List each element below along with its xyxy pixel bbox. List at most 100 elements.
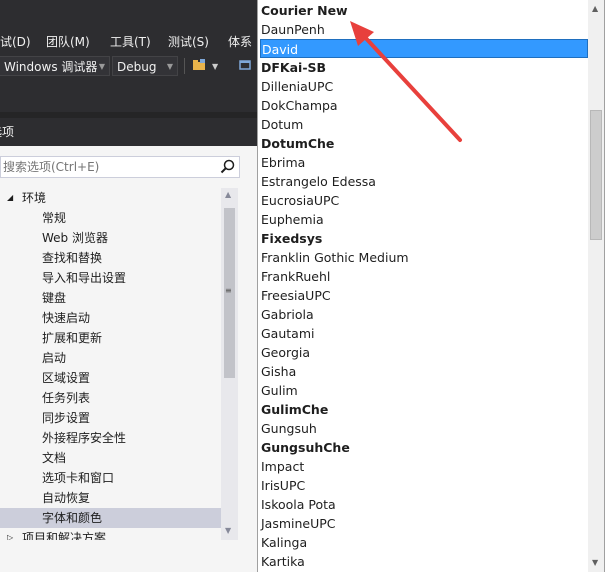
tree-item[interactable]: 同步设置 <box>0 408 221 428</box>
tree-item-label: 同步设置 <box>42 411 91 425</box>
font-list-item[interactable]: Gautami <box>260 324 588 343</box>
font-list-item[interactable]: IrisUPC <box>260 476 588 495</box>
tree-item-label: 快速启动 <box>42 311 91 325</box>
dialog-title-bar: 选项 <box>0 118 258 146</box>
toolbar: Windows 调试器 ▼ Debug ▼ ▼ <box>0 56 258 78</box>
tree-item-label: 常规 <box>42 211 67 225</box>
tree-item[interactable]: 扩展和更新 <box>0 328 221 348</box>
tree-item[interactable]: 常规 <box>0 208 221 228</box>
ide-top-area: 试(D) 团队(M) 工具(T) 测试(S) 体系 Windows 调试器 ▼ … <box>0 0 258 112</box>
font-list-item[interactable]: Gisha <box>260 362 588 381</box>
search-box[interactable] <box>0 156 240 178</box>
font-list-item[interactable]: Gulim <box>260 381 588 400</box>
scroll-up-arrow-icon[interactable]: ▲ <box>592 4 598 13</box>
tree-item[interactable]: 快速启动 <box>0 308 221 328</box>
tree-item[interactable]: 区域设置 <box>0 368 221 388</box>
font-list-item[interactable]: Gabriola <box>260 305 588 324</box>
font-list-item[interactable]: DFKai-SB <box>260 58 588 77</box>
font-list-item[interactable]: Franklin Gothic Medium <box>260 248 588 267</box>
font-list-item[interactable]: FrankRuehl <box>260 267 588 286</box>
tree-item-label: 启动 <box>42 351 67 365</box>
tree-item-label: 自动恢复 <box>42 491 91 505</box>
tree-root-projects[interactable]: ▷ 项目和解决方案 <box>0 528 221 540</box>
font-list-item[interactable]: DotumChe <box>260 134 588 153</box>
toolbar-separator <box>184 58 185 74</box>
font-list-item[interactable]: EucrosiaUPC <box>260 191 588 210</box>
search-icon[interactable] <box>219 158 237 176</box>
font-list-item[interactable]: Gungsuh <box>260 419 588 438</box>
scrollbar-thumb[interactable]: ≡ <box>224 208 235 378</box>
scroll-down-arrow-icon[interactable]: ▼ <box>225 526 231 535</box>
font-list-item[interactable]: Dotum <box>260 115 588 134</box>
font-list-scrollbar[interactable]: ▲ ▼ <box>588 0 604 572</box>
tree-item-label: 导入和导出设置 <box>42 271 127 285</box>
font-list-item[interactable]: DaunPenh <box>260 20 588 39</box>
font-list-item[interactable]: FreesiaUPC <box>260 286 588 305</box>
tree-scrollbar[interactable]: ▲ ≡ ▼ <box>221 188 238 540</box>
tree-root-label: 环境 <box>22 191 47 205</box>
font-list-item[interactable]: DokChampa <box>260 96 588 115</box>
tree-item[interactable]: 键盘 <box>0 288 221 308</box>
font-list-item[interactable]: Ebrima <box>260 153 588 172</box>
tree-expand-arrow-icon[interactable]: ▷ <box>7 528 13 540</box>
font-list-item[interactable]: GungsuhChe <box>260 438 588 457</box>
font-list-item[interactable]: JasmineUPC <box>260 514 588 533</box>
font-list-item[interactable]: GulimChe <box>260 400 588 419</box>
tree-item[interactable]: 外接程序安全性 <box>0 428 221 448</box>
toolbar-action-icon[interactable] <box>236 57 254 75</box>
tree-item-label: 任务列表 <box>42 391 91 405</box>
platform-dropdown[interactable]: Windows 调试器 ▼ <box>0 56 110 76</box>
font-list-item[interactable]: Iskoola Pota <box>260 495 588 514</box>
tree-item[interactable]: 查找和替换 <box>0 248 221 268</box>
tree-item-label: 字体和颜色 <box>42 511 103 525</box>
menu-debug[interactable]: 试(D) <box>0 32 31 52</box>
tree-item[interactable]: 导入和导出设置 <box>0 268 221 288</box>
font-list-item[interactable]: DilleniaUPC <box>260 77 588 96</box>
menu-test[interactable]: 测试(S) <box>168 32 209 52</box>
font-list-item[interactable]: Courier New <box>260 1 588 20</box>
tree-item[interactable]: 文档 <box>0 448 221 468</box>
tree-item-label: 查找和替换 <box>42 251 103 265</box>
tree-item[interactable]: 启动 <box>0 348 221 368</box>
font-list-item[interactable]: David <box>260 39 588 58</box>
tree-item-label: 键盘 <box>42 291 67 305</box>
config-dropdown[interactable]: Debug ▼ <box>112 56 178 76</box>
config-value: Debug <box>117 60 157 74</box>
scrollbar-thumb[interactable] <box>590 110 602 240</box>
font-list-item[interactable]: Fixedsys <box>260 229 588 248</box>
scroll-up-arrow-icon[interactable]: ▲ <box>225 190 231 199</box>
font-list-item[interactable]: Estrangelo Edessa <box>260 172 588 191</box>
tree-root-label: 项目和解决方案 <box>22 531 107 540</box>
font-list-item[interactable]: Impact <box>260 457 588 476</box>
tree-item[interactable]: 字体和颜色 <box>0 508 221 528</box>
tree-item-label: 选项卡和窗口 <box>42 471 115 485</box>
menu-team[interactable]: 团队(M) <box>46 32 90 52</box>
scroll-down-arrow-icon[interactable]: ▼ <box>592 558 598 567</box>
font-list-item[interactable]: Georgia <box>260 343 588 362</box>
dropdown-arrow-icon: ▼ <box>166 62 173 71</box>
tree-collapse-arrow-icon[interactable]: ◢ <box>7 188 13 208</box>
tree-item[interactable]: 任务列表 <box>0 388 221 408</box>
tree-item-label: 扩展和更新 <box>42 331 103 345</box>
menu-architecture[interactable]: 体系 <box>228 32 252 52</box>
options-tree: ◢ 环境 常规 Web 浏览器 查找和替换导入和导出设置 键盘快速启动扩展和更新启动区… <box>0 188 221 540</box>
font-list-item[interactable]: Kartika <box>260 552 588 571</box>
font-list-item[interactable]: Kalinga <box>260 533 588 552</box>
tree-item-label: 外接程序安全性 <box>42 431 127 445</box>
tree-item-label: 文档 <box>42 451 67 465</box>
dropdown-arrow-icon: ▼ <box>98 62 105 71</box>
platform-value: Windows 调试器 <box>4 60 98 74</box>
tree-item[interactable]: Web 浏览器 <box>0 228 221 248</box>
menu-tools[interactable]: 工具(T) <box>110 32 151 52</box>
tree-item-label: 区域设置 <box>42 371 91 385</box>
font-list-item[interactable]: Euphemia <box>260 210 588 229</box>
tree-item[interactable]: 选项卡和窗口 <box>0 468 221 488</box>
folder-icon[interactable] <box>190 57 208 75</box>
scrollbar-grip-icon: ≡ <box>225 286 232 295</box>
tree-root-environment[interactable]: ◢ 环境 <box>0 188 221 208</box>
dialog-title: 选项 <box>0 125 15 139</box>
font-list-popup: Courier New DaunPenh David DFKai-SB Dillenia… <box>257 0 605 572</box>
tree-item-label: Web 浏览器 <box>42 231 108 245</box>
search-input[interactable] <box>3 157 213 177</box>
tree-item[interactable]: 自动恢复 <box>0 488 221 508</box>
